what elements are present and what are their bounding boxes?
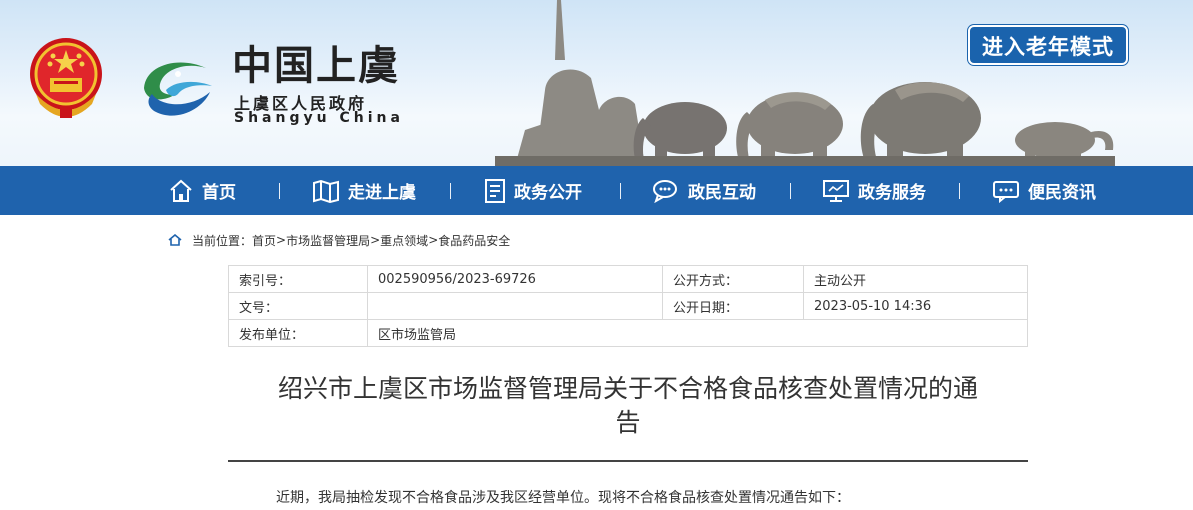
map-icon (313, 179, 339, 203)
nav-item-gov-open[interactable]: 政务公开 (484, 166, 582, 215)
breadcrumb-prefix: 当前位置： (192, 233, 253, 248)
chat-icon (653, 179, 677, 203)
table-row: 文号： 公开日期： 2023-05-10 14:36 (228, 292, 1028, 320)
doc-number-value (367, 292, 663, 320)
breadcrumb-link-market[interactable]: 市场监督管理局 (286, 232, 370, 249)
index-number-value: 002590956/2023-69726 (367, 265, 663, 293)
nav-item-about[interactable]: 走进上虞 (312, 166, 416, 215)
breadcrumb-separator: > (428, 233, 439, 247)
nav-divider (450, 183, 451, 199)
home-icon (170, 179, 192, 202)
nav-item-home[interactable]: 首页 (168, 166, 236, 215)
elder-mode-button[interactable]: 进入老年模式 (968, 25, 1128, 65)
nav-divider (959, 183, 960, 199)
nav-item-label: 走进上虞 (348, 183, 416, 203)
nav-divider (279, 183, 280, 199)
site-logo-title: 中国上虞 (232, 42, 400, 89)
national-emblem-icon (30, 38, 102, 118)
disclosure-method-label: 公开方式： (662, 265, 804, 293)
disclosure-date-value: 2023-05-10 14:36 (803, 292, 1028, 320)
document-icon (485, 178, 505, 203)
publisher-label: 发布单位： (228, 319, 368, 347)
main-nav: 首页 走进上虞 政务公开 政民互动 政务服务 便民资讯 (0, 166, 1193, 215)
breadcrumb-link-home[interactable]: 首页 (252, 232, 276, 249)
breadcrumb-separator: > (276, 233, 287, 247)
disclosure-method-value: 主动公开 (803, 265, 1028, 293)
nav-item-label: 首页 (202, 183, 236, 203)
nav-item-gov-service[interactable]: 政务服务 (822, 166, 926, 215)
doc-number-label: 文号： (228, 292, 368, 320)
nav-divider (620, 183, 621, 199)
site-logo-english: Shangyu China (234, 110, 404, 126)
breadcrumb-link-key-areas[interactable]: 重点领域 (380, 232, 428, 249)
table-row: 发布单位： 区市场监管局 (228, 319, 1028, 347)
nav-item-interaction[interactable]: 政民互动 (652, 166, 756, 215)
article-title-line: 告 (615, 408, 641, 437)
document-info-table: 索引号： 002590956/2023-69726 公开方式： 主动公开 文号：… (228, 265, 1028, 347)
article-title-line: 绍兴市上虞区市场监督管理局关于不合格食品核查处置情况的通 (277, 374, 978, 403)
header-banner: 中国上虞 上虞区人民政府 Shangyu China 进入老年模式 (0, 0, 1193, 166)
monitor-icon (823, 179, 849, 202)
table-row: 索引号： 002590956/2023-69726 公开方式： 主动公开 (228, 265, 1028, 293)
home-icon (168, 234, 182, 246)
title-divider (228, 460, 1028, 462)
message-icon (993, 180, 1019, 203)
index-number-label: 索引号： (228, 265, 368, 293)
nav-item-label: 政民互动 (688, 183, 756, 203)
disclosure-date-label: 公开日期： (662, 292, 804, 320)
article-intro-paragraph: 近期，我局抽检发现不合格食品涉及我区经营单位。现将不合格食品核查处置情况通告如下… (276, 490, 850, 506)
nav-item-label: 便民资讯 (1028, 183, 1096, 203)
nav-item-label: 政务服务 (858, 183, 926, 203)
shangyu-logo-icon (144, 62, 212, 116)
article-title: 绍兴市上虞区市场监督管理局关于不合格食品核查处置情况的通 告 (228, 372, 1028, 440)
nav-divider (790, 183, 791, 199)
breadcrumb: 当前位置： 首页 > 市场监督管理局 > 重点领域 > 食品药品安全 (168, 231, 510, 249)
nav-item-label: 政务公开 (514, 183, 582, 203)
nav-item-info[interactable]: 便民资讯 (992, 166, 1096, 215)
publisher-value: 区市场监管局 (367, 319, 1028, 347)
breadcrumb-link-food-safety[interactable]: 食品药品安全 (438, 232, 510, 249)
breadcrumb-separator: > (370, 233, 381, 247)
